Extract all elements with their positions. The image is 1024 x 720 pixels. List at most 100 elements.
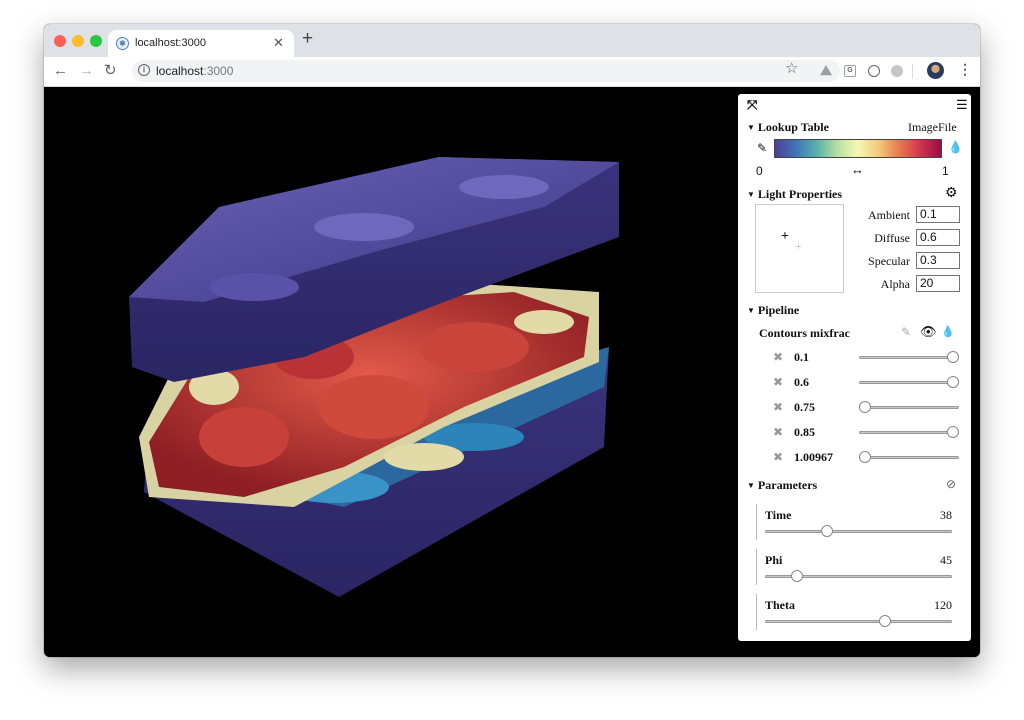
remove-contour-icon[interactable]: ✖ (773, 350, 783, 365)
colormap-bar[interactable] (774, 139, 942, 158)
alpha-label: Alpha (880, 277, 910, 291)
range-arrows-icon[interactable]: ↔ (851, 162, 864, 178)
light-properties-title: Light Properties (757, 187, 843, 201)
kebab-menu-icon[interactable]: ⋮ (958, 61, 972, 78)
purple-bump (209, 273, 299, 301)
parameter-slider-thumb[interactable] (821, 525, 833, 537)
parameter-slider-thumb[interactable] (791, 570, 804, 582)
red-blob (319, 375, 429, 439)
pipeline-item-label[interactable]: Contours mixfrac (759, 326, 850, 341)
contour-slider-thumb[interactable] (947, 426, 959, 438)
contour-value: 1.00967 (794, 450, 833, 464)
remove-contour-icon[interactable]: ✖ (773, 450, 783, 465)
diffuse-field[interactable]: 0.6 (916, 229, 960, 246)
avatar[interactable] (927, 62, 944, 79)
contour-slider[interactable] (859, 356, 959, 359)
control-panel: ⤧ ☰ ▼ Lookup Table ImageFile ✎ 💧 0 ↔ 1 ▼ L… (738, 94, 971, 641)
contour-slider[interactable] (859, 456, 959, 459)
parameter-value: 38 (940, 508, 952, 522)
diffuse-label: Diffuse (874, 231, 910, 245)
contour-slider-thumb[interactable] (859, 401, 871, 413)
grammar-extension-icon[interactable]: G (844, 65, 856, 77)
lookup-table-title: Lookup Table (757, 120, 829, 134)
purple-bump (459, 175, 549, 199)
tab-bar: ⚛ localhost:3000 ✕ + (44, 24, 980, 57)
info-icon[interactable]: i (138, 64, 150, 76)
cream-blob (514, 310, 574, 334)
url-host: localhost (156, 64, 204, 78)
maximize-window-button[interactable] (90, 35, 102, 47)
parameters-title: Parameters (757, 478, 818, 492)
range-max: 1 (942, 164, 949, 178)
caret-down-icon: ▼ (747, 481, 755, 490)
gear-icon[interactable]: ⚙ (945, 185, 958, 202)
alpha-field[interactable]: 20 (916, 275, 960, 292)
star-icon[interactable]: ☆ (785, 59, 798, 77)
parameter-divider (756, 549, 757, 585)
light-position-widget[interactable]: + + (755, 204, 844, 293)
light-properties-header[interactable]: ▼ Light Properties (747, 187, 842, 202)
reload-icon[interactable]: ↻ (104, 62, 117, 80)
hamburger-menu-icon[interactable]: ☰ (956, 97, 968, 113)
parameter-label: Time (765, 508, 792, 522)
contour-slider[interactable] (859, 381, 959, 384)
contour-slider[interactable] (859, 406, 959, 409)
browser-tab[interactable]: ⚛ localhost:3000 ✕ (108, 30, 294, 57)
ambient-field[interactable]: 0.1 (916, 206, 960, 223)
light-target-icon: + (795, 239, 802, 253)
red-blob (419, 322, 529, 372)
contour-slider-thumb[interactable] (947, 376, 959, 388)
specular-label: Specular (868, 254, 910, 268)
lookup-table-preset[interactable]: ImageFile (908, 120, 957, 135)
cream-blob (384, 443, 464, 471)
eye-icon[interactable]: 👁 (920, 324, 937, 340)
gray-extension-icon[interactable] (891, 65, 903, 77)
edit-pencil-icon[interactable]: ✎ (901, 325, 911, 340)
close-window-button[interactable] (54, 35, 66, 47)
caret-down-icon: ▼ (747, 190, 755, 199)
address-bar[interactable]: i localhost:3000 (132, 60, 840, 82)
expand-icon[interactable]: ⤧ (747, 97, 757, 113)
specular-field[interactable]: 0.3 (916, 252, 960, 269)
tab-title: localhost:3000 (135, 37, 206, 49)
pipeline-header[interactable]: ▼ Pipeline (747, 303, 799, 318)
contour-slider[interactable] (859, 431, 959, 434)
close-icon[interactable]: ✕ (273, 35, 284, 51)
range-min: 0 (756, 164, 763, 178)
render-viewport[interactable]: ⤧ ☰ ▼ Lookup Table ImageFile ✎ 💧 0 ↔ 1 ▼ L… (44, 87, 980, 657)
pencil-icon[interactable]: ✎ (757, 141, 767, 156)
reset-icon[interactable]: ⊘ (946, 477, 956, 492)
parameters-header[interactable]: ▼ Parameters (747, 478, 817, 493)
arrow-left-icon[interactable]: ← (53, 62, 68, 80)
remove-contour-icon[interactable]: ✖ (773, 375, 783, 390)
contour-value: 0.85 (794, 425, 815, 439)
parameter-label: Phi (765, 553, 783, 567)
volume-rendering[interactable] (44, 87, 734, 657)
circle-extension-icon[interactable] (868, 65, 880, 77)
droplet-icon[interactable]: 💧 (948, 140, 963, 155)
ambient-label: Ambient (868, 208, 910, 222)
parameter-value: 45 (940, 553, 952, 567)
droplet-icon[interactable]: 💧 (941, 325, 955, 338)
remove-contour-icon[interactable]: ✖ (773, 400, 783, 415)
parameter-slider[interactable] (765, 620, 952, 623)
minimize-window-button[interactable] (72, 35, 84, 47)
parameter-divider (756, 594, 757, 630)
parameter-value: 120 (934, 598, 952, 612)
arrow-right-icon[interactable]: → (79, 62, 94, 80)
contour-slider-thumb[interactable] (947, 351, 959, 363)
browser-toolbar: ← → ↻ i localhost:3000 ☆ G ⋮ (44, 57, 980, 87)
red-blob (199, 407, 289, 467)
light-crosshair-icon[interactable]: + (781, 229, 789, 245)
parameter-slider[interactable] (765, 530, 952, 533)
atom-icon: ⚛ (116, 37, 129, 50)
url-text: localhost:3000 (156, 64, 233, 78)
contour-value: 0.1 (794, 350, 809, 364)
remove-contour-icon[interactable]: ✖ (773, 425, 783, 440)
plus-icon[interactable]: + (302, 29, 313, 49)
pipeline-title: Pipeline (757, 303, 800, 317)
contour-slider-thumb[interactable] (859, 451, 871, 463)
parameter-slider-thumb[interactable] (878, 615, 891, 627)
browser-window: ⚛ localhost:3000 ✕ + ← → ↻ i localhost:3… (44, 24, 980, 657)
lookup-table-header[interactable]: ▼ Lookup Table (747, 120, 829, 135)
